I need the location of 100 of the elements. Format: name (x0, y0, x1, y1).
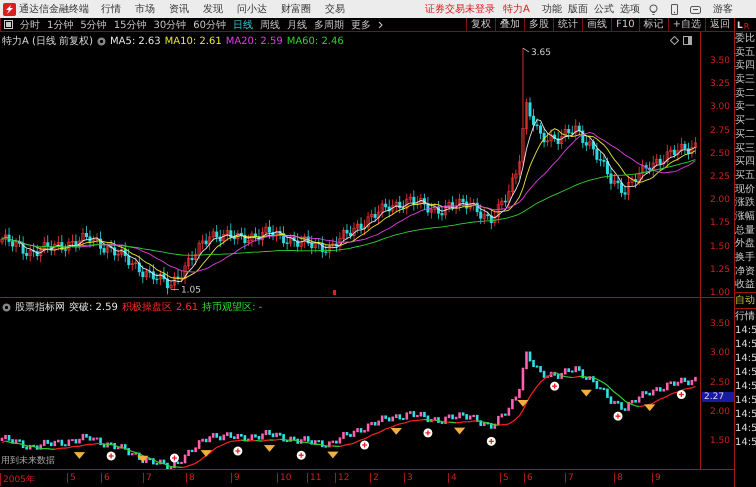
toolbar-button[interactable]: +自选 (668, 18, 705, 31)
period-tab[interactable]: 周线 (260, 18, 280, 32)
date-axis-label: 8 (614, 473, 623, 483)
triangle-marker-icon (580, 390, 592, 397)
triangle-marker-icon (200, 450, 212, 457)
low-price-label: 1.05 (170, 285, 201, 296)
plus-marker-icon (170, 454, 179, 462)
period-tab[interactable]: 日线 (232, 18, 253, 32)
panel-tab[interactable]: 行情 (735, 308, 756, 324)
app-title: 通达信金融终端 (19, 2, 89, 16)
period-tab[interactable]: 15分钟 (114, 18, 146, 32)
app-logo-icon (3, 2, 16, 16)
quote-field-label: 委比 (735, 32, 756, 46)
menu-item[interactable]: 行情 (101, 2, 121, 16)
menu-item[interactable]: 发现 (203, 2, 223, 16)
period-tab[interactable]: 多周期 (314, 18, 344, 32)
menu-item[interactable]: 市场 (135, 2, 155, 16)
warning-note: 用到未来数据 (1, 454, 55, 467)
toolbar-button[interactable]: 统计 (553, 18, 582, 31)
phone-icon[interactable] (668, 4, 680, 14)
message-icon[interactable] (690, 4, 701, 14)
user-name[interactable]: 游客 (712, 2, 733, 16)
menu-item[interactable]: 问小达 (237, 2, 267, 16)
toolbar-button[interactable]: 标记 (638, 18, 668, 31)
date-axis-label: 9 (231, 473, 240, 483)
menu-item[interactable]: 选项 (620, 2, 640, 16)
menu-item[interactable]: 财富圈 (281, 2, 311, 16)
badge-letter: L (737, 21, 743, 31)
current-value-tag: 2.27 (702, 392, 734, 402)
menu-item[interactable]: 资讯 (169, 2, 189, 16)
diamond-icon[interactable] (670, 36, 679, 45)
quote-field-label: 涨幅 (735, 210, 756, 224)
chevron-right-icon (378, 20, 383, 28)
plus-marker-icon (550, 382, 560, 391)
quote-field-label: 总量 (735, 224, 756, 238)
toolbar-button[interactable]: 复权 (466, 18, 496, 31)
indicator-value: 2.61 (176, 302, 198, 312)
date-axis-label: 4 (448, 473, 457, 483)
plus-marker-icon (676, 390, 686, 399)
period-tab[interactable]: 更多 (350, 18, 371, 32)
chart-title: 特力A (日线 前复权) (2, 34, 94, 48)
indicator-value: MA60: 2.46 (286, 36, 344, 46)
date-axis-label: 7 (143, 473, 152, 483)
quote-field-label: 换手 (735, 251, 756, 265)
menu-item[interactable]: 公式 (594, 2, 614, 16)
panel-toggle-icon[interactable] (4, 20, 13, 29)
price-axis-label: 3.00 (710, 102, 730, 112)
panel-tab[interactable]: 自动 (735, 292, 756, 308)
triangle-marker-icon (74, 452, 86, 459)
triangle-marker-icon (264, 445, 276, 452)
toolbar-button[interactable]: 返回 (705, 18, 734, 31)
period-tab[interactable]: 分时 (20, 18, 40, 32)
quote-field-label: 外盘 (735, 237, 756, 251)
split-view-icon[interactable] (683, 36, 692, 45)
period-tab[interactable]: 30分钟 (153, 18, 186, 32)
date-axis-label: 10 (277, 473, 292, 483)
price-axis-label: 3.00 (710, 348, 730, 358)
indicator-value: 积极操盘区 (122, 300, 172, 314)
bulb-icon[interactable] (648, 4, 659, 14)
triangle-marker-icon (327, 452, 339, 458)
price-axis-label: 3.50 (710, 319, 730, 329)
period-tab[interactable]: 月线 (286, 18, 307, 32)
menu-item[interactable]: 交易 (325, 2, 345, 16)
toolbar-button[interactable]: 画线 (582, 18, 612, 31)
triangle-marker-icon (137, 456, 148, 462)
toolbar-button[interactable]: 多股 (524, 18, 554, 31)
period-tab[interactable]: 5分钟 (80, 18, 107, 32)
price-axis-label: 1.75 (710, 218, 730, 228)
date-axis-label: 5 (67, 473, 76, 483)
toolbar-button[interactable]: 叠加 (495, 18, 524, 31)
price-axis-label: 1.25 (710, 264, 730, 275)
indicator-value: MA5: 2.63 (110, 36, 161, 46)
login-status[interactable]: 证券交易未登录 (425, 2, 495, 16)
date-axis-label: 8 (186, 473, 195, 483)
plus-marker-icon (296, 450, 306, 460)
plus-marker-icon (106, 452, 116, 460)
quote-field-label: 净资 (735, 264, 756, 278)
plus-marker-icon (233, 446, 242, 456)
period-tab[interactable]: 1分钟 (47, 18, 74, 32)
price-axis-label: 3.25 (710, 79, 730, 90)
settings-icon[interactable] (97, 36, 106, 46)
quote-field-label: 现价 (735, 182, 756, 196)
date-axis-label: 2 (370, 473, 379, 483)
menu-item[interactable]: 版面 (568, 2, 588, 16)
stock-name: 特力A (503, 2, 530, 16)
price-axis-label: 1.50 (710, 242, 730, 252)
menu-item[interactable]: 功能 (542, 2, 562, 16)
triangle-marker-icon (517, 400, 529, 407)
indicator-value: MA20: 2.59 (226, 36, 283, 46)
quote-field-label: 卖四 (735, 59, 756, 74)
triangle-marker-icon (454, 428, 466, 434)
toolbar-button[interactable]: F10 (611, 18, 639, 31)
price-axis-label: 2.00 (710, 195, 730, 206)
period-tab[interactable]: 60分钟 (193, 18, 226, 32)
date-axis-label: 7 (565, 473, 574, 483)
quote-field-label: 卖二 (735, 86, 756, 100)
settings-icon[interactable] (2, 302, 11, 312)
date-axis-label: 5 (500, 473, 509, 483)
triangle-marker-icon (644, 404, 656, 412)
quote-field-label: 卖五 (735, 46, 756, 60)
